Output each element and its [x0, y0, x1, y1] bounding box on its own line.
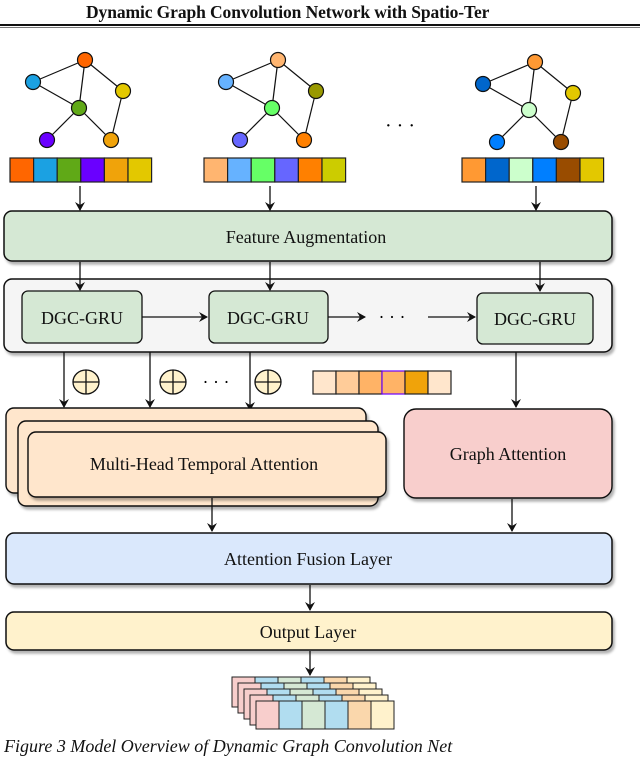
feature-cell: [103, 157, 129, 183]
embedding-cell: [404, 370, 429, 395]
graph-node: [295, 131, 313, 149]
dgc-gru-cell: DGC-GRU: [208, 290, 329, 344]
feature-cell: [297, 157, 323, 183]
dgc-gru-cell-label: DGC-GRU: [494, 309, 576, 329]
feature-augmentation-label: Feature Augmentation: [226, 227, 386, 247]
graph-node: [307, 82, 325, 100]
output-tensor: [231, 676, 395, 730]
embedding-cell: [312, 370, 337, 395]
graph-node: [474, 75, 492, 93]
temporal-attention-block: Multi-Head Temporal Attention: [5, 407, 387, 507]
feature-cell: [555, 157, 581, 183]
dgc-gru-stack: DGC-GRU DGC-GRU DGC-GRU · · ·: [3, 262, 613, 353]
attention-fusion-block: Attention Fusion Layer: [5, 532, 613, 585]
plus-ellipsis: · · ·: [203, 372, 230, 392]
embedding-cell: [427, 370, 452, 395]
graph-node: [38, 131, 56, 149]
graph-node: [269, 51, 287, 69]
graph: [474, 53, 582, 151]
feature-cell: [461, 157, 487, 183]
output-tensor-cell: [347, 700, 372, 730]
plus-icon: [254, 369, 282, 395]
plus-icon: [159, 369, 187, 395]
graph-node: [231, 131, 249, 149]
embedding-cell: [335, 370, 360, 395]
feature-cell: [250, 157, 276, 183]
graph-node: [24, 73, 42, 91]
feature-cell: [32, 157, 58, 183]
graph-node: [217, 73, 235, 91]
graph-edge: [32, 59, 86, 83]
output-tensor-layer: [255, 700, 395, 730]
graph-node: [520, 101, 538, 119]
node-feature-vector: [461, 157, 605, 183]
output-layer-block: Output Layer: [5, 611, 613, 651]
output-tensor-cell: [370, 700, 395, 730]
graph-edge: [482, 61, 536, 85]
graph-node: [526, 53, 544, 71]
temporal-attention-label: Multi-Head Temporal Attention: [90, 454, 318, 474]
feature-cell: [80, 157, 106, 183]
feature-cell: [203, 157, 229, 183]
feature-cell: [227, 157, 252, 183]
feature-cell: [9, 157, 35, 183]
dgc-gru-cell-label: DGC-GRU: [227, 308, 309, 328]
graph-node: [102, 131, 120, 149]
output-tensor-cell: [278, 700, 303, 730]
feature-cell: [532, 157, 557, 183]
gru-ellipsis: · · ·: [379, 307, 406, 327]
feature-cell: [321, 157, 347, 183]
embedding-cell: [358, 370, 383, 395]
graph-ellipsis: · · ·: [385, 115, 415, 137]
graph-node: [76, 51, 94, 69]
graph-node: [114, 82, 132, 100]
graph: [217, 51, 325, 149]
figure-caption: Figure 3 Model Overview of Dynamic Graph…: [4, 736, 453, 756]
output-layer-label: Output Layer: [260, 622, 356, 642]
embedding-cell: [381, 370, 406, 395]
graph: [24, 51, 132, 149]
dgc-gru-cell: DGC-GRU: [21, 290, 143, 344]
graph-node: [488, 133, 506, 151]
model-overview-diagram: · · · Feature Augmentation DGC-GRU DGC-G…: [3, 51, 613, 730]
temporal-embedding-vector: [312, 370, 452, 395]
attention-fusion-label: Attention Fusion Layer: [224, 549, 392, 569]
feature-cell: [485, 157, 510, 183]
graph-node: [263, 99, 281, 117]
feature-cell: [56, 157, 82, 183]
feature-cell: [274, 157, 299, 183]
dgc-gru-cell: DGC-GRU: [476, 292, 594, 345]
node-feature-vector: [9, 157, 153, 183]
plus-icon: [72, 369, 100, 395]
node-feature-vector: [203, 157, 347, 183]
feature-augmentation-block: Feature Augmentation: [3, 210, 613, 262]
graph-node: [564, 84, 582, 102]
feature-cell: [127, 157, 153, 183]
output-tensor-cell: [255, 700, 280, 730]
input-graphs: [9, 51, 605, 183]
graph-attention-label: Graph Attention: [450, 444, 566, 464]
graph-attention-block: Graph Attention: [403, 408, 613, 499]
graph-edge: [225, 59, 279, 83]
graph-node: [552, 133, 570, 151]
dgc-gru-cell-label: DGC-GRU: [41, 308, 123, 328]
output-tensor-cell: [324, 700, 349, 730]
feature-cell: [508, 157, 534, 183]
feature-cell: [579, 157, 605, 183]
output-tensor-cell: [301, 700, 326, 730]
graph-node: [70, 99, 88, 117]
